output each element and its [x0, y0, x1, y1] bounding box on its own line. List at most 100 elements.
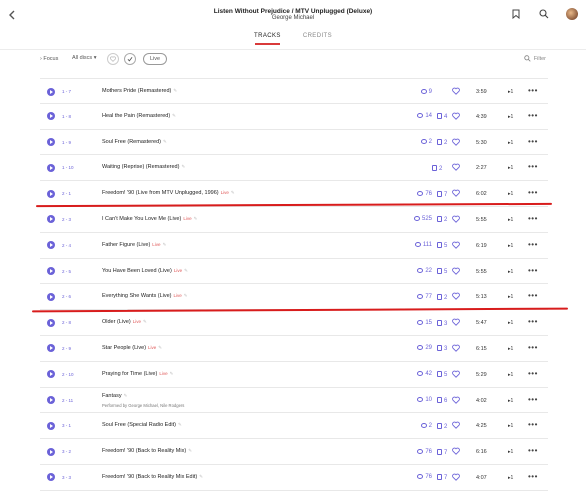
track-row[interactable]: 2 - 8 Older (Live) Live ✎ 15 3 5:47 ▸1 ••• [40, 310, 548, 336]
edit-icon[interactable]: ✎ [163, 139, 167, 144]
search-button[interactable] [538, 8, 550, 20]
edit-icon[interactable]: ✎ [184, 268, 188, 273]
track-row[interactable]: 3 - 1 Soul Free (Special Radio Edit) ✎ 2 … [40, 413, 548, 440]
favorite-button[interactable] [452, 87, 460, 97]
versions-count[interactable]: 5 [437, 242, 447, 249]
discs-dropdown[interactable]: All discs ▾ [72, 55, 96, 61]
edit-icon[interactable]: ✎ [178, 422, 182, 427]
favorite-button[interactable] [452, 318, 460, 328]
track-title-wrap[interactable]: Praying for Time (Live) Live ✎ [102, 371, 173, 377]
edit-icon[interactable]: ✎ [184, 293, 188, 298]
track-title-wrap[interactable]: Star People (Live) Live ✎ [102, 345, 162, 351]
favorite-button[interactable] [452, 215, 460, 225]
versions-count[interactable]: 4 [437, 113, 447, 120]
track-title-wrap[interactable]: Father Figure (Live) Live ✎ [102, 242, 166, 248]
plays-count[interactable]: 22 [392, 268, 432, 274]
filter-input[interactable]: Filter [524, 55, 546, 62]
edit-icon[interactable]: ✎ [188, 448, 192, 453]
queue-button[interactable]: ▸1 [508, 346, 513, 352]
more-options-icon[interactable]: ••• [528, 291, 538, 300]
plays-count[interactable]: 2 [392, 139, 432, 145]
play-icon[interactable] [47, 163, 55, 172]
versions-count[interactable]: 5 [437, 268, 447, 275]
plays-count[interactable]: 42 [392, 371, 432, 377]
track-title-wrap[interactable]: Freedom! '90 (Live from MTV Unplugged, 1… [102, 190, 235, 196]
track-title-wrap[interactable]: Freedom! '90 (Back to Reality Mix) ✎ [102, 448, 192, 454]
track-title-wrap[interactable]: Older (Live) Live ✎ [102, 319, 147, 325]
plays-count[interactable]: 525 [392, 216, 432, 222]
versions-count[interactable]: 2 [437, 293, 447, 301]
favorite-button[interactable] [452, 344, 460, 354]
queue-button[interactable]: ▸1 [508, 294, 513, 300]
play-icon[interactable] [47, 112, 55, 121]
favorite-button[interactable] [452, 189, 460, 199]
more-options-icon[interactable]: ••• [528, 317, 538, 326]
edit-icon[interactable]: ✎ [124, 393, 128, 398]
focus-toggle[interactable]: › Focus [40, 56, 58, 62]
play-icon[interactable] [47, 292, 55, 301]
edit-icon[interactable]: ✎ [194, 216, 198, 221]
track-title-wrap[interactable]: Heal the Pain (Remastered) ✎ [102, 113, 176, 119]
play-icon[interactable] [47, 241, 55, 250]
queue-button[interactable]: ▸1 [508, 475, 513, 481]
versions-count[interactable]: 6 [437, 397, 447, 404]
plays-count[interactable]: 76 [392, 474, 432, 480]
track-row[interactable]: 2 - 10 Praying for Time (Live) Live ✎ 42 5… [40, 362, 548, 388]
edit-icon[interactable]: ✎ [172, 113, 176, 118]
versions-count[interactable]: 3 [437, 345, 447, 352]
queue-button[interactable]: ▸1 [508, 449, 513, 455]
track-row[interactable]: 1 - 9 Soul Free (Remastered) ✎ 2 2 5:30 ▸… [40, 130, 548, 156]
edit-icon[interactable]: ✎ [173, 88, 177, 93]
track-row[interactable]: 2 - 5 You Have Been Loved (Live) Live ✎ 22… [40, 259, 548, 285]
track-row[interactable]: 2 - 6 Everything She Wants (Live) Live ✎ 7… [40, 284, 548, 311]
more-options-icon[interactable]: ••• [528, 420, 538, 429]
versions-count[interactable]: 2 [432, 164, 442, 172]
plays-count[interactable]: 77 [392, 293, 432, 300]
favorite-button[interactable] [452, 421, 460, 431]
play-icon[interactable] [47, 447, 55, 456]
play-icon[interactable] [47, 138, 55, 147]
track-title-wrap[interactable]: Fantasy ✎ [102, 393, 127, 399]
track-title-wrap[interactable]: I Can't Make You Love Me (Live) Live ✎ [102, 216, 197, 222]
favorite-button[interactable] [452, 163, 460, 173]
favorite-button[interactable] [452, 473, 460, 483]
play-icon[interactable] [47, 473, 55, 482]
versions-count[interactable]: 3 [437, 319, 447, 327]
track-row[interactable]: 2 - 9 Star People (Live) Live ✎ 29 3 6:15 … [40, 336, 548, 362]
more-options-icon[interactable]: ••• [528, 395, 538, 404]
track-title-wrap[interactable]: Everything She Wants (Live) Live ✎ [102, 293, 188, 299]
favorite-button[interactable] [452, 370, 460, 380]
plays-count[interactable]: 76 [392, 190, 432, 197]
more-options-icon[interactable]: ••• [528, 137, 538, 146]
more-options-icon[interactable]: ••• [528, 343, 538, 352]
more-options-icon[interactable]: ••• [528, 472, 538, 481]
more-options-icon[interactable]: ••• [528, 86, 538, 95]
favorite-button[interactable] [452, 112, 460, 122]
live-filter-button[interactable]: Live [143, 53, 168, 65]
play-icon[interactable] [47, 215, 55, 224]
play-icon[interactable] [47, 87, 55, 96]
queue-button[interactable]: ▸1 [508, 114, 513, 120]
check-filter-button[interactable] [124, 53, 136, 65]
queue-button[interactable]: ▸1 [508, 243, 513, 249]
track-title-wrap[interactable]: Freedom! '90 (Back to Reality Mix Edit) ✎ [102, 474, 203, 480]
track-row[interactable]: 2 - 3 I Can't Make You Love Me (Live) Liv… [40, 207, 548, 233]
favorite-button[interactable] [452, 292, 460, 302]
play-icon[interactable] [47, 189, 55, 198]
track-title-wrap[interactable]: Soul Free (Special Radio Edit) ✎ [102, 422, 182, 428]
queue-button[interactable]: ▸1 [508, 165, 513, 171]
versions-count[interactable]: 5 [437, 371, 447, 378]
tab-tracks[interactable]: TRACKS [254, 33, 281, 45]
album-artist[interactable]: George Michael [0, 15, 586, 21]
edit-icon[interactable]: ✎ [231, 190, 235, 195]
track-row[interactable]: 1 - 10 Waiting (Reprise) (Remastered) ✎ 2… [40, 155, 548, 182]
edit-icon[interactable]: ✎ [199, 474, 203, 479]
edit-icon[interactable]: ✎ [143, 319, 147, 324]
queue-button[interactable]: ▸1 [508, 423, 513, 429]
more-options-icon[interactable]: ••• [528, 446, 538, 455]
queue-button[interactable]: ▸1 [508, 398, 513, 404]
track-title-wrap[interactable]: You Have Been Loved (Live) Live ✎ [102, 268, 188, 274]
versions-count[interactable]: 2 [437, 422, 447, 430]
edit-icon[interactable]: ✎ [163, 242, 167, 247]
favorite-button[interactable] [452, 241, 460, 251]
